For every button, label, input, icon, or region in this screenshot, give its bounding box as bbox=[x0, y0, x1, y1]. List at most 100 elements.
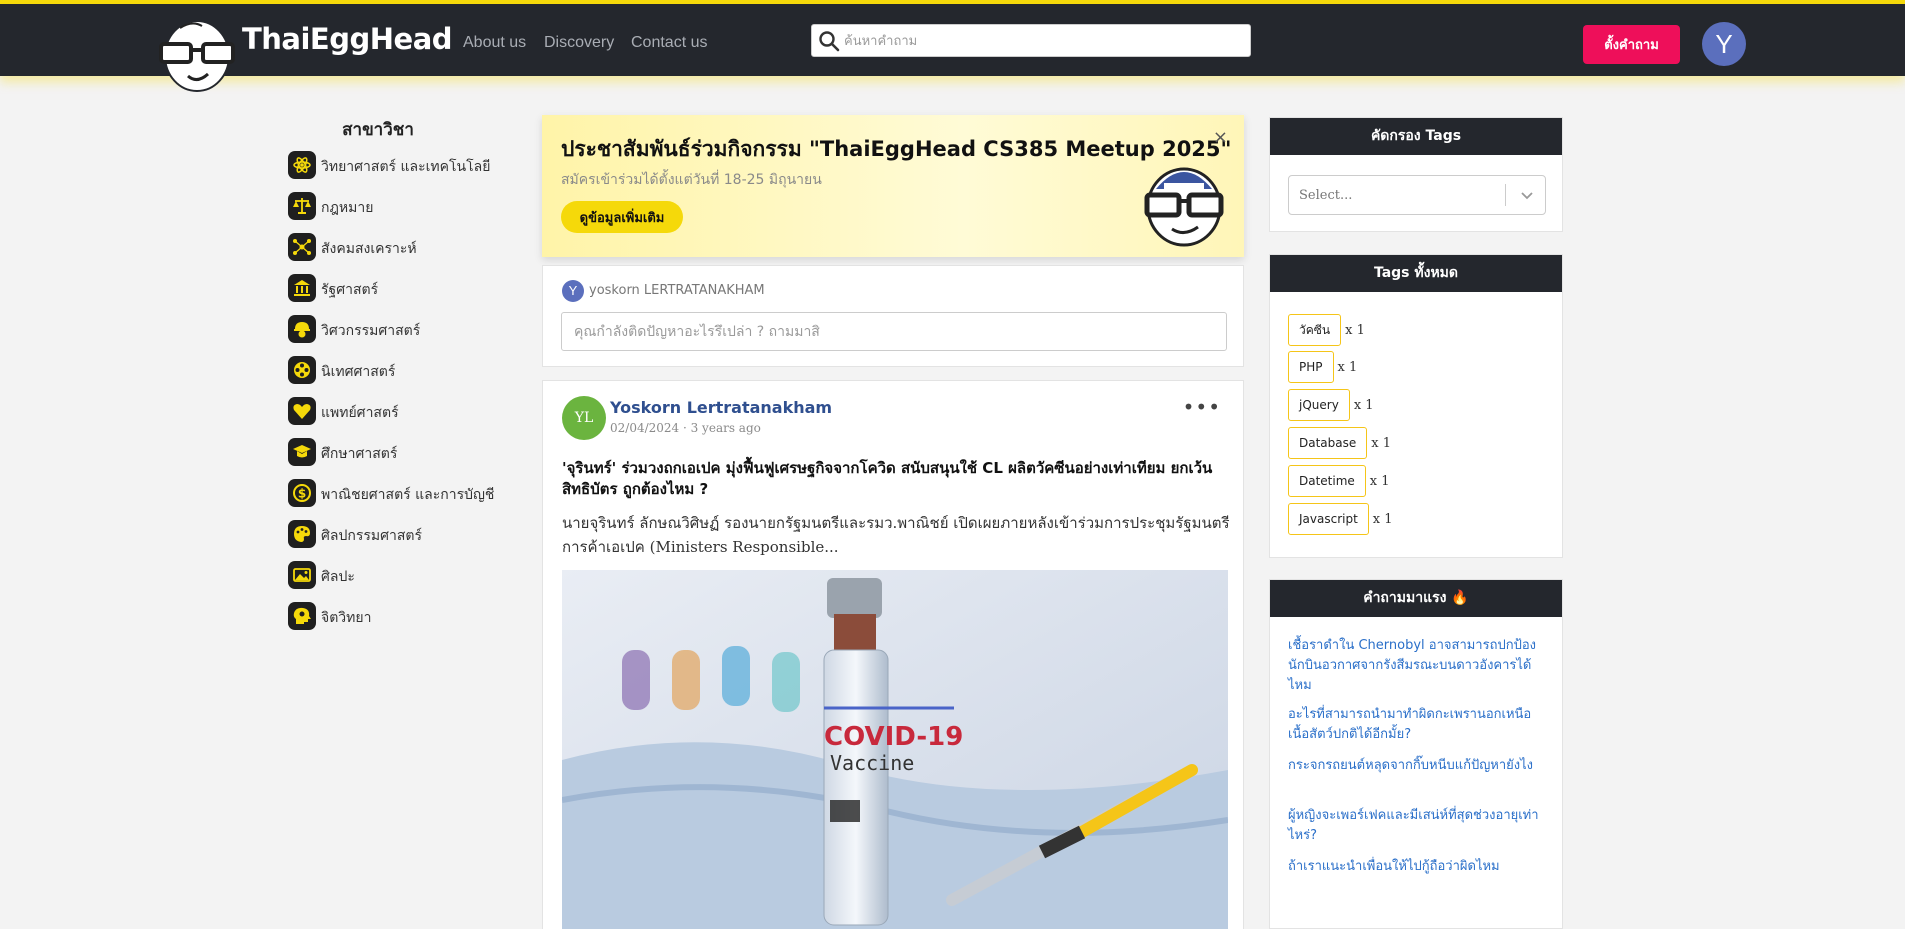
category-commerce-accounting[interactable]: $ พาณิชยศาสตร์ และการบัญชี bbox=[288, 479, 518, 509]
tag-row: jQuery x 1 bbox=[1288, 389, 1374, 421]
chevron-down-icon[interactable] bbox=[1519, 187, 1535, 203]
atom-icon bbox=[288, 151, 316, 179]
banner-title: ประชาสัมพันธ์ร่วมกิจกรรม "ThaiEggHead CS… bbox=[561, 137, 1232, 161]
current-username: yoskorn LERTRATANAKHAM bbox=[589, 283, 765, 298]
tag-count: x 1 bbox=[1372, 511, 1393, 527]
category-label: ศิลปกรรมศาสตร์ bbox=[321, 528, 423, 544]
top-navbar: ThaiEggHead About us Discovery Contact u… bbox=[0, 0, 1905, 92]
question-post: YL Yoskorn Lertratanakham 02/04/2024 · 3… bbox=[542, 380, 1244, 929]
government-building-icon bbox=[288, 274, 316, 302]
hot-question-link[interactable]: เชื้อราดำใน Chernobyl อาจสามารถปกป้องนัก… bbox=[1288, 636, 1548, 696]
heart-icon bbox=[288, 397, 316, 425]
category-engineering[interactable]: วิศวกรรมศาสตร์ bbox=[288, 315, 518, 345]
more-options-icon[interactable]: ••• bbox=[1183, 395, 1221, 419]
vaccine-vial-image: COVID-19 Vaccine bbox=[562, 570, 1228, 929]
film-reel-icon bbox=[288, 356, 316, 384]
avatar: Y bbox=[562, 280, 584, 302]
tag-count: x 1 bbox=[1369, 473, 1390, 489]
tag-jquery[interactable]: jQuery bbox=[1288, 389, 1350, 421]
tag-database[interactable]: Database bbox=[1288, 427, 1368, 459]
select-value: Select... bbox=[1299, 188, 1353, 203]
banner-subtitle: สมัครเข้าร่วมได้ตั้งแต่วันที่ 18-25 มิถุ… bbox=[561, 172, 822, 188]
category-law[interactable]: กฎหมาย bbox=[288, 192, 518, 222]
tag-row: Javascript x 1 bbox=[1288, 503, 1393, 535]
banner-more-info-button[interactable]: ดูข้อมูลเพิ่มเติม bbox=[561, 201, 683, 233]
post-image[interactable]: COVID-19 Vaccine bbox=[562, 570, 1228, 929]
tag-row: Database x 1 bbox=[1288, 427, 1391, 459]
hot-questions-title: คำถามมาแรง 🔥 bbox=[1270, 580, 1562, 617]
category-label: สังคมสงเคราะห์ bbox=[321, 241, 417, 257]
category-label: รัฐศาสตร์ bbox=[321, 282, 379, 298]
tag-vaccine[interactable]: วัคซีน bbox=[1288, 314, 1342, 346]
image-label-covid: COVID-19 bbox=[824, 722, 963, 752]
post-excerpt: นายจุรินทร์ ลักษณวิศิษฏ์ รองนายกรัฐมนตรี… bbox=[562, 514, 1230, 556]
category-science[interactable]: วิทยาศาสตร์ และเทคโนโลยี bbox=[288, 151, 518, 181]
category-title: สาขาวิชา bbox=[342, 120, 414, 140]
category-label: วิทยาศาสตร์ และเทคโนโลยี bbox=[321, 159, 491, 175]
search-input[interactable] bbox=[844, 29, 1244, 53]
author-avatar[interactable]: YL bbox=[562, 396, 606, 440]
category-label: พาณิชยศาสตร์ และการบัญชี bbox=[321, 487, 495, 503]
ask-question-button[interactable]: ตั้งคำถาม bbox=[1583, 25, 1680, 64]
egghead-mascot-icon bbox=[1144, 167, 1224, 247]
tag-row: Datetime x 1 bbox=[1288, 465, 1390, 497]
quick-ask-box: Y yoskorn LERTRATANAKHAM bbox=[542, 265, 1244, 367]
tag-filter-select[interactable]: Select... bbox=[1288, 175, 1546, 215]
brand-name[interactable]: ThaiEggHead bbox=[242, 22, 453, 56]
nav-discovery[interactable]: Discovery bbox=[544, 34, 614, 52]
post-date: 02/04/2024 · 3 years ago bbox=[610, 421, 761, 435]
all-tags-card: Tags ทั้งหมด วัคซีน x 1 PHP x 1 jQuery x 1 … bbox=[1269, 254, 1563, 558]
tag-count: x 1 bbox=[1345, 322, 1365, 338]
category-label: วิศวกรรมศาสตร์ bbox=[321, 323, 421, 339]
palette-icon bbox=[288, 520, 316, 548]
select-divider bbox=[1505, 184, 1506, 206]
filter-tags-title: คัดกรอง Tags bbox=[1270, 118, 1562, 155]
category-label: จิตวิทยา bbox=[321, 610, 372, 626]
image-label-vaccine: Vaccine bbox=[830, 751, 914, 775]
all-tags-title: Tags ทั้งหมด bbox=[1270, 255, 1562, 292]
tag-datetime[interactable]: Datetime bbox=[1288, 465, 1366, 497]
search-bar bbox=[811, 24, 1251, 57]
network-icon bbox=[288, 233, 316, 261]
post-author[interactable]: Yoskorn Lertratanakham bbox=[610, 398, 832, 417]
category-education[interactable]: ศึกษาศาสตร์ bbox=[288, 438, 518, 468]
hot-question-link[interactable]: ผู้หญิงจะเพอร์เฟคและมีเสน่ห์ที่สุดช่วงอา… bbox=[1288, 806, 1548, 846]
category-medicine[interactable]: แพทย์ศาสตร์ bbox=[288, 397, 518, 427]
nav-contact-us[interactable]: Contact us bbox=[631, 34, 707, 52]
category-fine-arts[interactable]: ศิลปกรรมศาสตร์ bbox=[288, 520, 518, 550]
event-banner: ประชาสัมพันธ์ร่วมกิจกรรม "ThaiEggHead CS… bbox=[542, 115, 1244, 257]
filter-tags-card: คัดกรอง Tags Select... bbox=[1269, 117, 1563, 232]
category-label: นิเทศศาสตร์ bbox=[321, 364, 396, 380]
hot-question-link[interactable]: ถ้าเราแนะนำเพื่อนให้ไปกู้ถือว่าผิดไหม bbox=[1288, 857, 1548, 877]
tag-javascript[interactable]: Javascript bbox=[1288, 503, 1369, 535]
svg-text:$: $ bbox=[298, 487, 306, 501]
picture-icon bbox=[288, 561, 316, 589]
tag-php[interactable]: PHP bbox=[1288, 351, 1334, 383]
category-social-work[interactable]: สังคมสงเคราะห์ bbox=[288, 233, 518, 263]
category-political-science[interactable]: รัฐศาสตร์ bbox=[288, 274, 518, 304]
hot-questions-card: คำถามมาแรง 🔥 เชื้อราดำใน Chernobyl อาจสา… bbox=[1269, 579, 1563, 929]
engineer-helmet-icon bbox=[288, 315, 316, 343]
hot-question-link[interactable]: อะไรที่สามารถนำมาทำผิดกะเพรานอกเหนือเนื้… bbox=[1288, 705, 1548, 745]
graduation-cap-icon bbox=[288, 438, 316, 466]
tag-count: x 1 bbox=[1353, 397, 1374, 413]
head-brain-icon bbox=[288, 602, 316, 630]
nav-about-us[interactable]: About us bbox=[463, 34, 526, 52]
tag-count: x 1 bbox=[1371, 435, 1392, 451]
category-label: กฎหมาย bbox=[321, 200, 374, 216]
close-icon[interactable]: × bbox=[1213, 127, 1228, 148]
category-communication-arts[interactable]: นิเทศศาสตร์ bbox=[288, 356, 518, 386]
coin-icon: $ bbox=[288, 479, 316, 507]
category-psychology[interactable]: จิตวิทยา bbox=[288, 602, 518, 632]
category-art[interactable]: ศิลปะ bbox=[288, 561, 518, 591]
hot-question-link[interactable]: กระจกรถยนต์หลุดจากกิ๊บหนีบแก้ปัญหายังไง bbox=[1288, 756, 1548, 776]
tag-row: PHP x 1 bbox=[1288, 351, 1357, 383]
quick-ask-input[interactable] bbox=[561, 312, 1227, 351]
search-icon bbox=[819, 31, 840, 52]
category-label: แพทย์ศาสตร์ bbox=[321, 405, 399, 421]
post-title[interactable]: 'จุรินทร์' ร่วมวงถกเอเปค มุ่งฟื้นฟูเศรษฐ… bbox=[562, 458, 1230, 500]
egghead-logo[interactable] bbox=[158, 14, 236, 92]
scales-icon bbox=[288, 192, 316, 220]
tag-count: x 1 bbox=[1337, 359, 1358, 375]
user-avatar[interactable]: Y bbox=[1702, 22, 1746, 66]
